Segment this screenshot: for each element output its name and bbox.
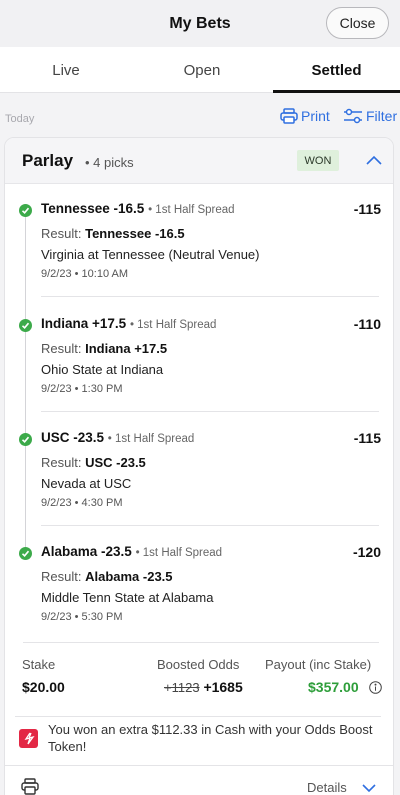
tab-settled[interactable]: Settled (273, 47, 400, 93)
bet-card-footer: Details (5, 765, 393, 795)
boosted-odds: +1685 (203, 679, 243, 695)
info-icon[interactable] (369, 681, 382, 694)
divider (23, 642, 379, 643)
leg-result: Result: USC -23.5 (41, 455, 146, 470)
check-circle-icon (19, 204, 32, 217)
bet-tabs: Live Open Settled (0, 47, 400, 93)
leg-odds: -110 (353, 316, 381, 332)
filter-label: Filter (366, 108, 398, 124)
close-button[interactable]: Close (326, 7, 389, 39)
leg-market: • 1st Half Spread (148, 204, 235, 216)
stake-value: $20.00 (22, 679, 65, 695)
chevron-up-icon[interactable] (365, 152, 383, 170)
bet-type-title: Parlay (22, 151, 74, 170)
leg-odds: -120 (352, 544, 381, 560)
odds-boost-banner: You won an extra $112.33 in Cash with yo… (15, 716, 381, 758)
leg-pick: Indiana +17.5 (41, 316, 127, 331)
leg-result-value: Indiana +17.5 (85, 341, 168, 356)
status-badge: WON (297, 150, 339, 171)
leg-result-label: Result: (41, 455, 82, 470)
boosted-odds-value: +1123 +1685 (164, 679, 243, 695)
filter-button[interactable]: Filter (343, 106, 397, 126)
lightning-bolt-icon (19, 729, 38, 748)
bet-summary: Stake $20.00 Boosted Odds +1123 +1685 Pa… (5, 642, 393, 702)
stake-label: Stake (22, 657, 56, 672)
filter-sliders-icon (344, 108, 362, 124)
bet-card: Parlay • 4 picks WON Tennessee -16.5 • 1… (4, 137, 394, 795)
leg-matchup: Ohio State at Indiana (41, 362, 164, 377)
leg-pick: Alabama -23.5 (41, 544, 132, 559)
print-button[interactable]: Print (280, 106, 330, 126)
original-odds: +1123 (164, 680, 200, 695)
printer-icon (280, 108, 298, 124)
leg-odds: -115 (353, 201, 381, 217)
leg-selection: Indiana +17.5 • 1st Half Spread (41, 316, 216, 331)
details-toggle[interactable]: Details (307, 780, 377, 795)
leg-odds: -115 (353, 430, 381, 446)
chevron-down-icon (362, 783, 376, 792)
divider (41, 525, 379, 526)
leg-selection: USC -23.5 • 1st Half Spread (41, 430, 194, 445)
date-section-label: Today (5, 113, 35, 125)
leg-time: 9/2/23 • 5:30 PM (41, 611, 123, 623)
leg-pick: USC -23.5 (41, 430, 105, 445)
boosted-odds-label: Boosted Odds (157, 657, 240, 672)
tab-open[interactable]: Open (136, 47, 268, 93)
leg-result-label: Result: (41, 341, 82, 356)
legs-timeline (25, 210, 26, 550)
bet-card-header[interactable]: Parlay • 4 picks WON (5, 138, 393, 184)
leg-market: • 1st Half Spread (129, 319, 217, 331)
leg-selection: Tennessee -16.5 • 1st Half Spread (41, 201, 235, 216)
check-circle-icon (19, 433, 32, 446)
print-label: Print (301, 108, 330, 124)
check-circle-icon (19, 319, 32, 332)
leg-result-label: Result: (41, 226, 82, 241)
payout-value: $357.00 (308, 679, 359, 695)
leg-pick: Tennessee -16.5 (41, 201, 145, 216)
details-label: Details (307, 780, 347, 795)
payout-label: Payout (inc Stake) (265, 657, 372, 672)
leg-matchup: Virginia at Tennessee (Neutral Venue) (41, 247, 260, 262)
leg-result: Result: Tennessee -16.5 (41, 226, 185, 241)
leg-matchup: Middle Tenn State at Alabama (41, 590, 214, 605)
pick-count: • 4 picks (85, 155, 134, 170)
check-circle-icon (19, 547, 32, 560)
leg-matchup: Nevada at USC (41, 476, 132, 491)
leg-time: 9/2/23 • 1:30 PM (41, 383, 123, 395)
divider (41, 296, 379, 297)
header-bar: My Bets Close (0, 0, 400, 47)
printer-icon[interactable] (21, 778, 39, 795)
leg-market: • 1st Half Spread (107, 433, 195, 445)
tab-live[interactable]: Live (0, 47, 132, 93)
leg-result-value: USC -23.5 (85, 455, 146, 470)
leg-result: Result: Indiana +17.5 (41, 341, 167, 356)
boost-message: You won an extra $112.33 in Cash with yo… (48, 722, 373, 754)
leg-time: 9/2/23 • 10:10 AM (41, 268, 129, 280)
leg-time: 9/2/23 • 4:30 PM (41, 497, 123, 509)
leg-result-value: Tennessee -16.5 (85, 226, 185, 241)
leg-result-value: Alabama -23.5 (85, 569, 173, 584)
leg-result: Result: Alabama -23.5 (41, 569, 173, 584)
leg-selection: Alabama -23.5 • 1st Half Spread (41, 544, 222, 559)
active-tab-indicator (273, 90, 400, 93)
leg-result-label: Result: (41, 569, 82, 584)
leg-market: • 1st Half Spread (135, 547, 223, 559)
divider (41, 411, 379, 412)
